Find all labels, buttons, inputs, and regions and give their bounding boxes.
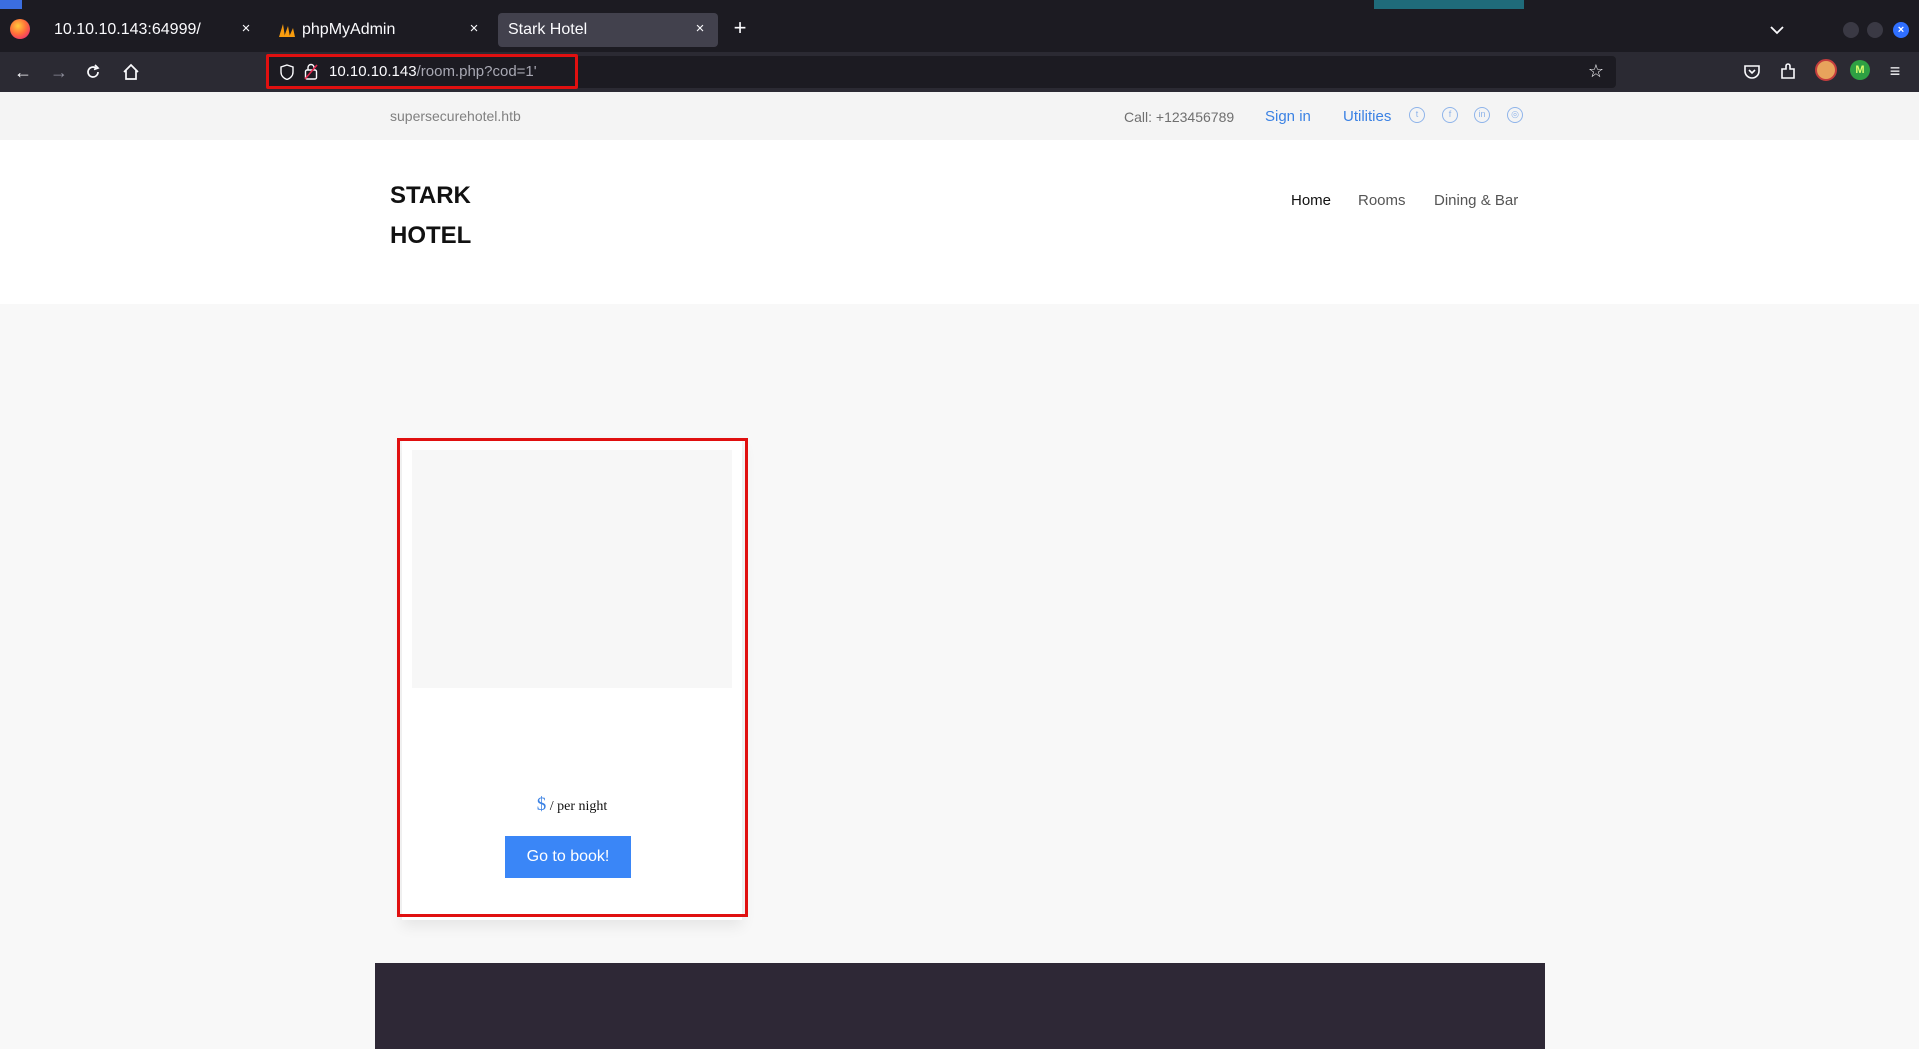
back-button[interactable]: ← <box>10 60 36 84</box>
phpmyadmin-icon <box>279 24 295 37</box>
foxyproxy-icon[interactable] <box>1815 59 1837 81</box>
site-footer <box>375 963 1545 1049</box>
pocket-icon[interactable] <box>1742 61 1762 81</box>
dribbble-icon[interactable]: ◎ <box>1507 107 1523 123</box>
nav-dining-bar[interactable]: Dining & Bar <box>1434 192 1518 209</box>
facebook-icon[interactable]: f <box>1442 107 1458 123</box>
site-top-bar: supersecurehotel.htb Call: +123456789 Si… <box>0 92 1919 140</box>
nav-home[interactable]: Home <box>1291 192 1331 209</box>
sign-in-link[interactable]: Sign in <box>1265 108 1311 125</box>
desktop-panel-segment <box>1374 0 1524 9</box>
twitter-icon[interactable]: t <box>1409 107 1425 123</box>
wappalyzer-icon[interactable]: M <box>1850 60 1870 80</box>
hamburger-menu-icon[interactable]: ≡ <box>1885 61 1905 81</box>
tab-stark-hotel[interactable]: Stark Hotel × <box>498 13 718 47</box>
browser-tab-bar: 10.10.10.143:64999/ × phpMyAdmin × Stark… <box>0 9 1919 52</box>
site-domain: supersecurehotel.htb <box>390 108 521 124</box>
firefox-icon[interactable] <box>10 19 30 39</box>
chevron-down-icon[interactable] <box>1766 19 1788 41</box>
browser-toolbar: ← → 10.10.10.143/room.php?cod=1' ☆ M ≡ <box>0 52 1919 92</box>
close-window-button[interactable]: × <box>1893 22 1909 38</box>
brand-line-1: STARK <box>390 182 471 209</box>
call-number: Call: +123456789 <box>1124 109 1235 125</box>
forward-button[interactable]: → <box>46 60 72 84</box>
card-annotation-box <box>397 438 748 917</box>
url-annotation-box <box>266 54 578 89</box>
site-logo[interactable]: STARK HOTEL <box>390 176 510 256</box>
home-icon[interactable] <box>121 62 141 82</box>
tab-close-icon[interactable]: × <box>690 19 710 39</box>
tab-close-icon[interactable]: × <box>464 19 484 39</box>
tab-title: phpMyAdmin <box>302 21 396 38</box>
web-page: supersecurehotel.htb Call: +123456789 Si… <box>0 92 1919 1049</box>
tab-title: 10.10.10.143:64999/ <box>54 21 201 38</box>
tab-phpmyadmin[interactable]: phpMyAdmin × <box>272 13 492 47</box>
tab-ip-64999[interactable]: 10.10.10.143:64999/ × <box>44 13 264 47</box>
tab-title: Stark Hotel <box>508 21 588 38</box>
desktop-panel-strip <box>0 0 1919 9</box>
bookmark-star-icon[interactable]: ☆ <box>1588 61 1604 82</box>
desktop-panel-segment <box>0 0 22 9</box>
extensions-icon[interactable] <box>1778 61 1798 81</box>
maximize-button[interactable] <box>1867 22 1883 38</box>
minimize-button[interactable] <box>1843 22 1859 38</box>
linkedin-icon[interactable]: in <box>1474 107 1490 123</box>
new-tab-button[interactable]: + <box>728 17 752 41</box>
site-header: STARK HOTEL Home Rooms Dining & Bar <box>0 140 1919 304</box>
reload-icon[interactable] <box>83 62 103 82</box>
brand-line-2: HOTEL <box>390 222 472 249</box>
tab-close-icon[interactable]: × <box>236 19 256 39</box>
nav-rooms[interactable]: Rooms <box>1358 192 1406 209</box>
utilities-link[interactable]: Utilities <box>1343 108 1391 125</box>
